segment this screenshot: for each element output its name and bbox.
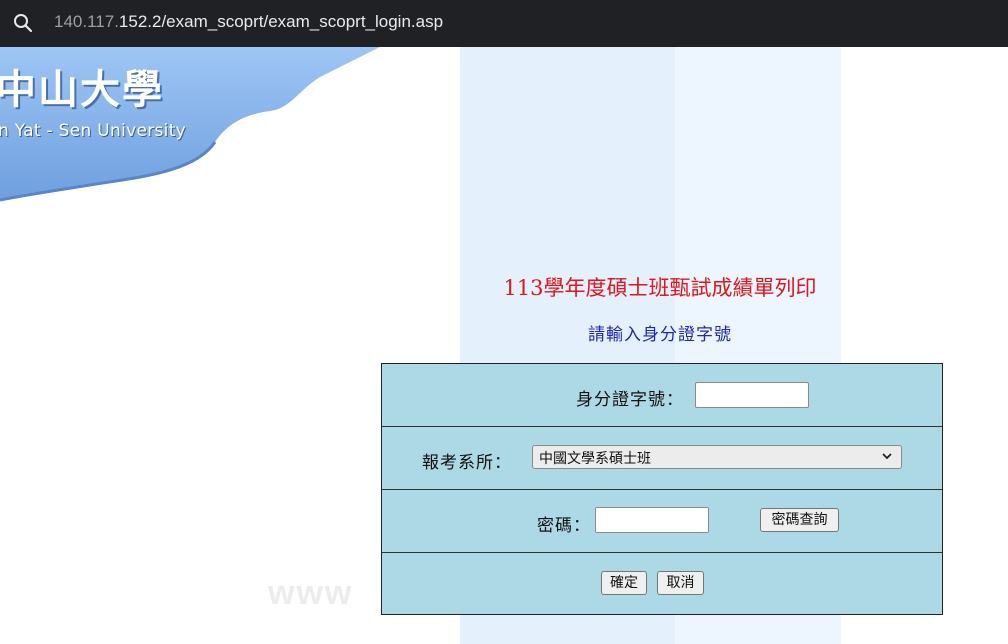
id-label: 身分證字號： xyxy=(576,390,684,410)
password-label: 密碼： xyxy=(537,516,591,536)
password-query-button[interactable]: 密碼查詢 xyxy=(760,508,839,532)
logo-english-name: n Yat - Sen University xyxy=(0,121,187,141)
department-label: 報考系所： xyxy=(422,453,512,473)
login-form: 身分證字號： 報考系所： 中國文學系碩士班 密碼： 密碼查詢 確定 取消 xyxy=(381,363,943,615)
url-rest: 152.2/exam_scoprt/exam_scoprt_login.asp xyxy=(118,12,444,31)
department-selected-value: 中國文學系碩士班 xyxy=(539,451,651,467)
cancel-button[interactable]: 取消 xyxy=(657,571,704,595)
search-icon xyxy=(12,12,34,34)
page-subtitle: 請輸入身分證字號 xyxy=(588,325,732,345)
logo-chinese-name: 中山大學 xyxy=(0,66,164,113)
university-logo: 中山大學 n Yat - Sen University xyxy=(0,47,380,207)
confirm-button[interactable]: 確定 xyxy=(601,571,647,595)
department-select[interactable]: 中國文學系碩士班 xyxy=(532,445,902,469)
chevron-down-icon xyxy=(881,449,893,463)
watermark-text: www xyxy=(268,574,354,612)
form-row-id: 身分證字號： xyxy=(382,364,942,427)
page-title: 113學年度碩士班甄試成績單列印 xyxy=(503,276,817,300)
url-host-dim: 140.117. xyxy=(54,12,119,31)
id-number-input[interactable] xyxy=(695,382,809,408)
form-row-department: 報考系所： 中國文學系碩士班 xyxy=(382,427,942,490)
form-row-actions: 確定 取消 xyxy=(382,553,942,614)
password-input[interactable] xyxy=(595,507,709,533)
address-bar[interactable]: 140.117.152.2/exam_scoprt/exam_scoprt_lo… xyxy=(0,0,1008,47)
url-text[interactable]: 140.117.152.2/exam_scoprt/exam_scoprt_lo… xyxy=(54,12,443,32)
form-row-password: 密碼： 密碼查詢 xyxy=(382,490,942,553)
